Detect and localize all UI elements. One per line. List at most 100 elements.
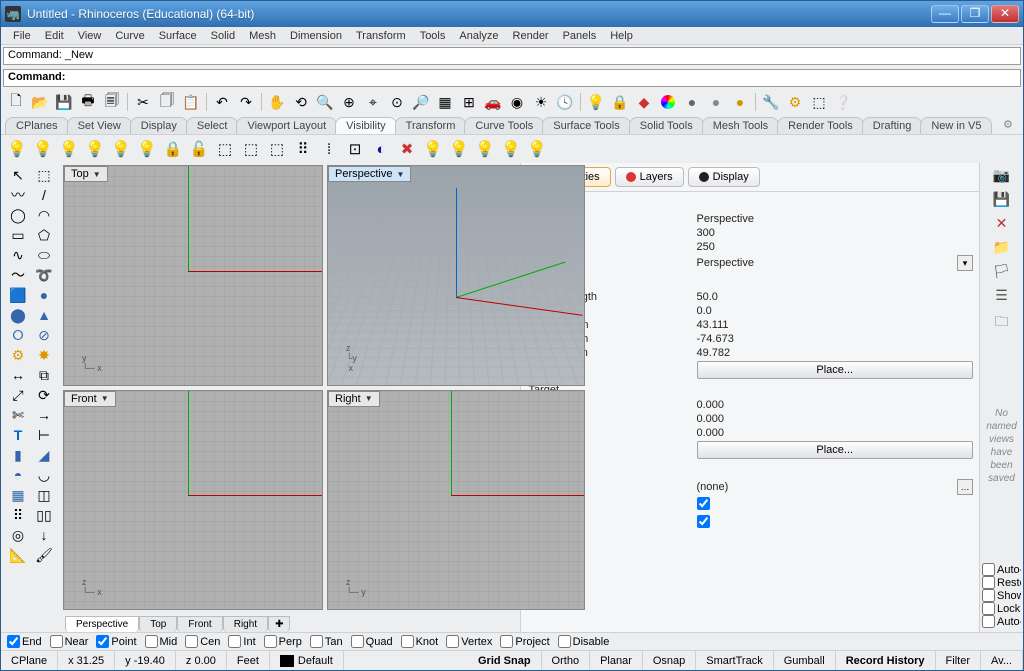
osnap-vertex[interactable]: Vertex bbox=[446, 635, 492, 648]
rail-check-show[interactable]: Show bbox=[982, 589, 1021, 602]
gear-tool-icon[interactable]: ⚙ bbox=[5, 345, 31, 365]
tab-visibility[interactable]: Visibility bbox=[335, 117, 397, 134]
mirror-icon[interactable]: ▯▯ bbox=[31, 505, 57, 525]
osnap-mid[interactable]: Mid bbox=[145, 635, 178, 648]
rotate-icon[interactable]: ⟳ bbox=[31, 385, 57, 405]
unlock-obj-icon[interactable]: 🔓 bbox=[187, 137, 211, 161]
osnap-knot[interactable]: Knot bbox=[401, 635, 439, 648]
viewport-height-value[interactable]: 250 bbox=[697, 241, 974, 253]
tab-drafting[interactable]: Drafting bbox=[862, 117, 923, 134]
loft-icon[interactable]: ◢ bbox=[31, 445, 57, 465]
zoom-window-icon[interactable]: ⌖ bbox=[362, 91, 384, 113]
tab-curve-tools[interactable]: Curve Tools bbox=[464, 117, 544, 134]
rotation-value[interactable]: 0.0 bbox=[697, 305, 974, 317]
cut-icon[interactable]: ✂ bbox=[132, 91, 154, 113]
render-sphere1-icon[interactable]: ● bbox=[681, 91, 703, 113]
save-view-icon[interactable]: 💾 bbox=[992, 191, 1012, 209]
menu-mesh[interactable]: Mesh bbox=[243, 29, 282, 43]
viewport-right[interactable]: Right▼ z└─ y bbox=[327, 390, 585, 611]
status-layer[interactable]: Default bbox=[270, 651, 344, 670]
status-grid-snap[interactable]: Grid Snap bbox=[468, 651, 542, 670]
mesh-icon[interactable]: ▦ bbox=[5, 485, 31, 505]
viewport-title-value[interactable]: Perspective bbox=[697, 213, 974, 225]
menu-panels[interactable]: Panels bbox=[557, 29, 603, 43]
menu-file[interactable]: File bbox=[7, 29, 37, 43]
open-file-icon[interactable]: 📂 bbox=[29, 91, 51, 113]
help-icon[interactable]: ❔ bbox=[832, 91, 854, 113]
rail-check-auto[interactable]: Auto- bbox=[982, 615, 1021, 628]
status-units[interactable]: Feet bbox=[227, 651, 270, 670]
add-viewport-tab[interactable]: ✚ bbox=[268, 616, 290, 632]
hide-objects-icon[interactable]: 💡 bbox=[5, 137, 29, 161]
command-input[interactable]: Command: bbox=[3, 69, 1021, 87]
viewtab-perspective[interactable]: Perspective bbox=[65, 616, 139, 632]
paste-icon[interactable]: 📋 bbox=[180, 91, 202, 113]
render-preview-icon[interactable]: ◉ bbox=[506, 91, 528, 113]
zoom-dynamic-icon[interactable]: 🔎 bbox=[410, 91, 432, 113]
offset-icon[interactable]: ◎ bbox=[5, 525, 31, 545]
render-icon[interactable]: ☀ bbox=[530, 91, 552, 113]
bulb-d-icon[interactable]: 💡 bbox=[499, 137, 523, 161]
zoom-extents-icon[interactable]: ⊕ bbox=[338, 91, 360, 113]
list-view-icon[interactable]: ☰ bbox=[992, 287, 1012, 305]
wallpaper-filename[interactable]: (none) bbox=[697, 481, 958, 493]
render-tool-icon[interactable]: 🖌 bbox=[31, 545, 57, 565]
unlock-selected-icon[interactable]: ⬚ bbox=[265, 137, 289, 161]
ytarget-value[interactable]: 0.000 bbox=[697, 413, 974, 425]
hide-swap-icon[interactable]: 💡 bbox=[109, 137, 133, 161]
print-icon[interactable]: 🖶 bbox=[77, 91, 99, 113]
project-icon[interactable]: ↓ bbox=[31, 525, 57, 545]
text-icon[interactable]: T bbox=[5, 425, 31, 445]
status-av-[interactable]: Av... bbox=[981, 651, 1023, 670]
projection-dropdown-icon[interactable]: ▾ bbox=[957, 255, 973, 271]
menu-transform[interactable]: Transform bbox=[350, 29, 412, 43]
lock-obj-icon[interactable]: 🔒 bbox=[161, 137, 185, 161]
extend-icon[interactable]: → bbox=[31, 405, 57, 425]
explode-icon[interactable]: ✸ bbox=[31, 345, 57, 365]
light-icon[interactable]: 💡 bbox=[585, 91, 607, 113]
menu-tools[interactable]: Tools bbox=[414, 29, 452, 43]
scale-icon[interactable]: ⤢ bbox=[5, 385, 31, 405]
rail-check-resto[interactable]: Resto bbox=[982, 576, 1021, 589]
document-props-icon[interactable]: 🗐 bbox=[101, 91, 123, 113]
tab-transform[interactable]: Transform bbox=[395, 117, 467, 134]
tab-display[interactable]: Display bbox=[688, 167, 760, 187]
pipe-icon[interactable]: ⊘ bbox=[31, 325, 57, 345]
maximize-button[interactable]: ❐ bbox=[961, 5, 989, 23]
ylocation-value[interactable]: -74.673 bbox=[697, 333, 974, 345]
viewport-front[interactable]: Front▼ z└─ x bbox=[63, 390, 323, 611]
minimize-button[interactable]: — bbox=[931, 5, 959, 23]
pointson-grid-icon[interactable]: ⊡ bbox=[343, 137, 367, 161]
bulb-b-icon[interactable]: 💡 bbox=[447, 137, 471, 161]
status-planar[interactable]: Planar bbox=[590, 651, 643, 670]
tab-surface-tools[interactable]: Surface Tools bbox=[542, 117, 630, 134]
tab-new-in-v5[interactable]: New in V5 bbox=[920, 117, 992, 134]
move-icon[interactable]: ↔ bbox=[5, 365, 31, 385]
osnap-end[interactable]: End bbox=[7, 635, 42, 648]
menu-surface[interactable]: Surface bbox=[153, 29, 203, 43]
status-osnap[interactable]: Osnap bbox=[643, 651, 696, 670]
xtarget-value[interactable]: 0.000 bbox=[697, 399, 974, 411]
points-on-icon[interactable]: ⠿ bbox=[291, 137, 315, 161]
torus-icon[interactable]: ⭘ bbox=[5, 325, 31, 345]
rail-check-auto[interactable]: Auto- bbox=[982, 563, 1021, 576]
hide-icon[interactable]: ⬚ bbox=[808, 91, 830, 113]
osnap-int[interactable]: Int bbox=[228, 635, 255, 648]
rail-check-lock[interactable]: Lock bbox=[982, 602, 1021, 615]
viewtab-top[interactable]: Top bbox=[139, 616, 177, 632]
menu-view[interactable]: View bbox=[72, 29, 108, 43]
named-views-icon[interactable]: ▦ bbox=[434, 91, 456, 113]
undo-icon[interactable]: ↶ bbox=[211, 91, 233, 113]
isolate-icon[interactable]: 💡 bbox=[135, 137, 159, 161]
material-icon[interactable] bbox=[657, 91, 679, 113]
viewport-width-value[interactable]: 300 bbox=[697, 227, 974, 239]
osnap-project[interactable]: Project bbox=[500, 635, 549, 648]
tab-cplanes[interactable]: CPlanes bbox=[5, 117, 69, 134]
tab-display[interactable]: Display bbox=[130, 117, 188, 134]
dim-icon[interactable]: ⊢ bbox=[31, 425, 57, 445]
chevron-down-icon[interactable]: ▼ bbox=[365, 394, 373, 403]
menu-curve[interactable]: Curve bbox=[109, 29, 150, 43]
osnap-near[interactable]: Near bbox=[50, 635, 89, 648]
fillet-icon[interactable]: ◡ bbox=[31, 465, 57, 485]
lock-swap-icon[interactable]: ⬚ bbox=[213, 137, 237, 161]
